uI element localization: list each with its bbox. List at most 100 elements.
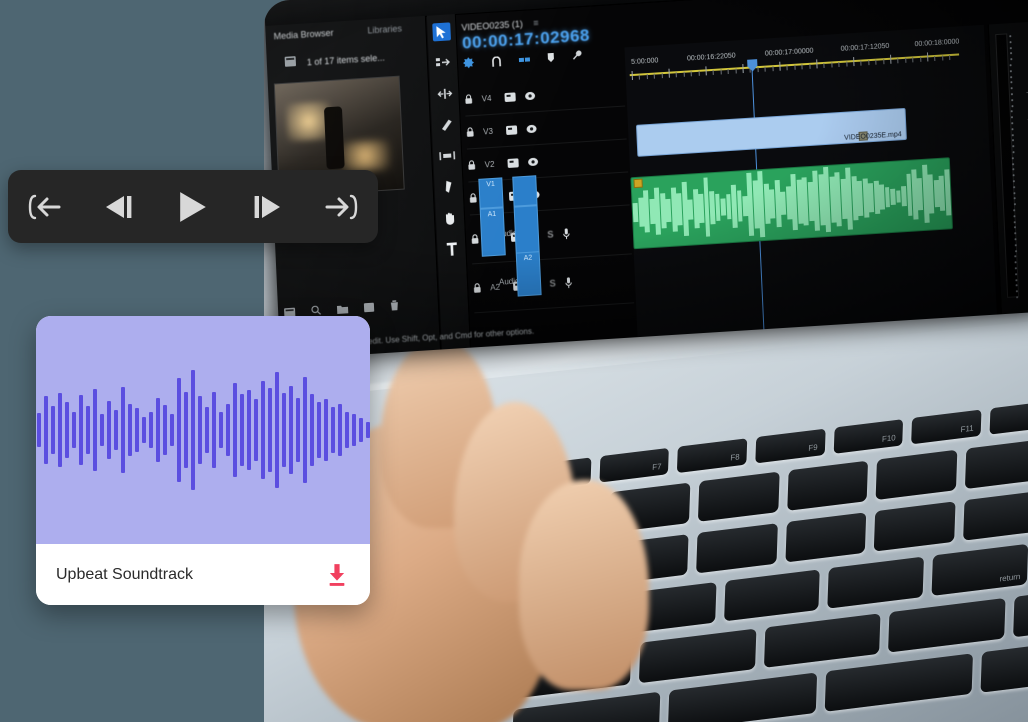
hand-tool[interactable]: [441, 208, 460, 227]
target-patch-a1[interactable]: [513, 205, 540, 255]
step-back-button[interactable]: [93, 185, 145, 229]
audio-waveform-bar: [681, 181, 688, 211]
toggle-track-output-icon[interactable]: [507, 157, 519, 168]
waveform-bar: [141, 416, 146, 444]
go-to-in-point-button[interactable]: [19, 185, 71, 229]
audio-track-card[interactable]: Upbeat Soundtrack: [36, 316, 370, 605]
ruler-tick: [668, 68, 670, 78]
audio-waveform-bar: [687, 198, 693, 210]
solo-track-button[interactable]: S: [549, 278, 555, 288]
waveform-bar: [162, 404, 167, 456]
lock-icon[interactable]: [466, 127, 474, 137]
ruler-tick: [742, 64, 744, 74]
new-bin-icon[interactable]: [336, 304, 349, 314]
audio-meter-tick: [1013, 203, 1016, 206]
source-patch-v1[interactable]: V1: [478, 177, 504, 209]
ruler-tick: [720, 69, 722, 75]
download-icon: [329, 563, 345, 586]
transport-control-bar[interactable]: [8, 170, 378, 243]
ruler-tick: [912, 57, 914, 63]
audio-waveform-bar: [742, 195, 748, 207]
target-patch-v1[interactable]: [512, 175, 538, 207]
audio-waveform-bar: [714, 193, 721, 209]
lock-icon[interactable]: [473, 283, 481, 293]
tab-media-browser[interactable]: Media Browser: [273, 28, 333, 42]
audio-waveform-bar: [944, 169, 951, 194]
ruler-tick: [941, 55, 944, 61]
panel-tab-strip[interactable]: Media Browser Libraries »: [273, 21, 441, 42]
play-button[interactable]: [167, 185, 219, 229]
waveform-bar: [281, 392, 286, 468]
timeline-panel[interactable]: 5:00:000 00:00:16:22050 00:00:17:00000 0…: [624, 24, 997, 338]
ruler-tick: [868, 60, 870, 66]
delete-icon[interactable]: [390, 300, 399, 311]
source-patch-a1[interactable]: A1: [479, 207, 506, 257]
tab-libraries[interactable]: Libraries: [367, 23, 402, 35]
audio-waveform-bar: [692, 188, 699, 210]
razor-tool[interactable]: [436, 115, 455, 134]
ruler-tick: [823, 62, 825, 68]
ruler-tick: [779, 61, 781, 71]
add-marker-icon[interactable]: [547, 52, 555, 62]
waveform-bar: [246, 390, 251, 470]
pen-tool[interactable]: [439, 177, 458, 196]
track-header-a2[interactable]: A2 M S: [472, 254, 635, 314]
wrench-icon[interactable]: [572, 50, 583, 62]
audio-meter-tick: [1010, 98, 1013, 102]
target-patch-a2[interactable]: A2: [515, 251, 542, 297]
slip-tool[interactable]: [438, 146, 457, 165]
microphone-icon[interactable]: [564, 276, 572, 288]
track-label-v4: V4: [481, 93, 492, 104]
ruler-label-2: 00:00:17:00000: [764, 47, 814, 58]
step-forward-button[interactable]: [241, 185, 293, 229]
ripple-edit-tool[interactable]: [435, 84, 454, 103]
audio-waveform-bar: [945, 193, 952, 216]
track-title: Upbeat Soundtrack: [56, 565, 193, 583]
project-panel-footer-icons[interactable]: [284, 300, 399, 317]
waveform-bar: [169, 414, 174, 446]
go-to-out-point-button[interactable]: [315, 185, 367, 229]
search-icon[interactable]: [311, 305, 322, 316]
lock-icon[interactable]: [469, 193, 477, 203]
ruler-tick: [919, 56, 921, 62]
timeline-option-icons[interactable]: [463, 50, 583, 69]
eye-icon[interactable]: [524, 91, 536, 101]
ruler-tick: [949, 55, 951, 61]
audio-waveform-bar: [884, 186, 890, 198]
lock-icon[interactable]: [464, 94, 473, 104]
ruler-tick: [838, 61, 840, 68]
waveform-bar: [127, 403, 132, 457]
download-button[interactable]: [324, 562, 350, 588]
audio-meter-tick: [1010, 69, 1013, 73]
new-item-icon[interactable]: [363, 302, 375, 312]
snap-icon[interactable]: [491, 55, 502, 67]
waveform-bar: [253, 398, 258, 462]
audio-meter-tick: [1013, 220, 1016, 223]
timeline-clip-audio[interactable]: [630, 157, 954, 250]
lock-icon[interactable]: [471, 234, 479, 244]
track-select-forward-tool[interactable]: [434, 53, 453, 72]
audio-waveform-bar: [927, 174, 934, 195]
microphone-icon[interactable]: [562, 228, 570, 239]
timeline-clip-video[interactable]: VIDEO0235E.mp4: [635, 107, 907, 157]
project-list-icon[interactable]: [284, 56, 296, 67]
timeline-settings-icon[interactable]: [463, 57, 475, 69]
ruler-tick: [705, 66, 707, 76]
waveform-bar: [176, 378, 181, 482]
audio-meter-tick: [1009, 52, 1012, 55]
lock-icon[interactable]: [467, 160, 476, 170]
eye-icon[interactable]: [526, 124, 537, 134]
type-tool[interactable]: [442, 239, 461, 258]
toggle-track-output-icon[interactable]: [505, 124, 518, 135]
eye-icon[interactable]: [527, 157, 539, 167]
solo-track-button[interactable]: S: [547, 229, 553, 239]
selection-tool[interactable]: [432, 22, 451, 42]
waveform-bar: [288, 385, 293, 475]
premiere-pro-window: » Media Browser Libraries » 1 of 17 item…: [264, 0, 1028, 360]
timeline-ruler[interactable]: 5:00:000 00:00:16:22050 00:00:17:00000 0…: [625, 38, 985, 82]
panel-menu-icon[interactable]: ≡: [533, 18, 539, 28]
linked-selection-icon[interactable]: [518, 54, 530, 65]
laptop-photo: F7F8 F9F10F11 F12 delete return shift: [264, 0, 1028, 722]
waveform-bar: [239, 394, 244, 466]
toggle-track-output-icon[interactable]: [504, 91, 516, 102]
